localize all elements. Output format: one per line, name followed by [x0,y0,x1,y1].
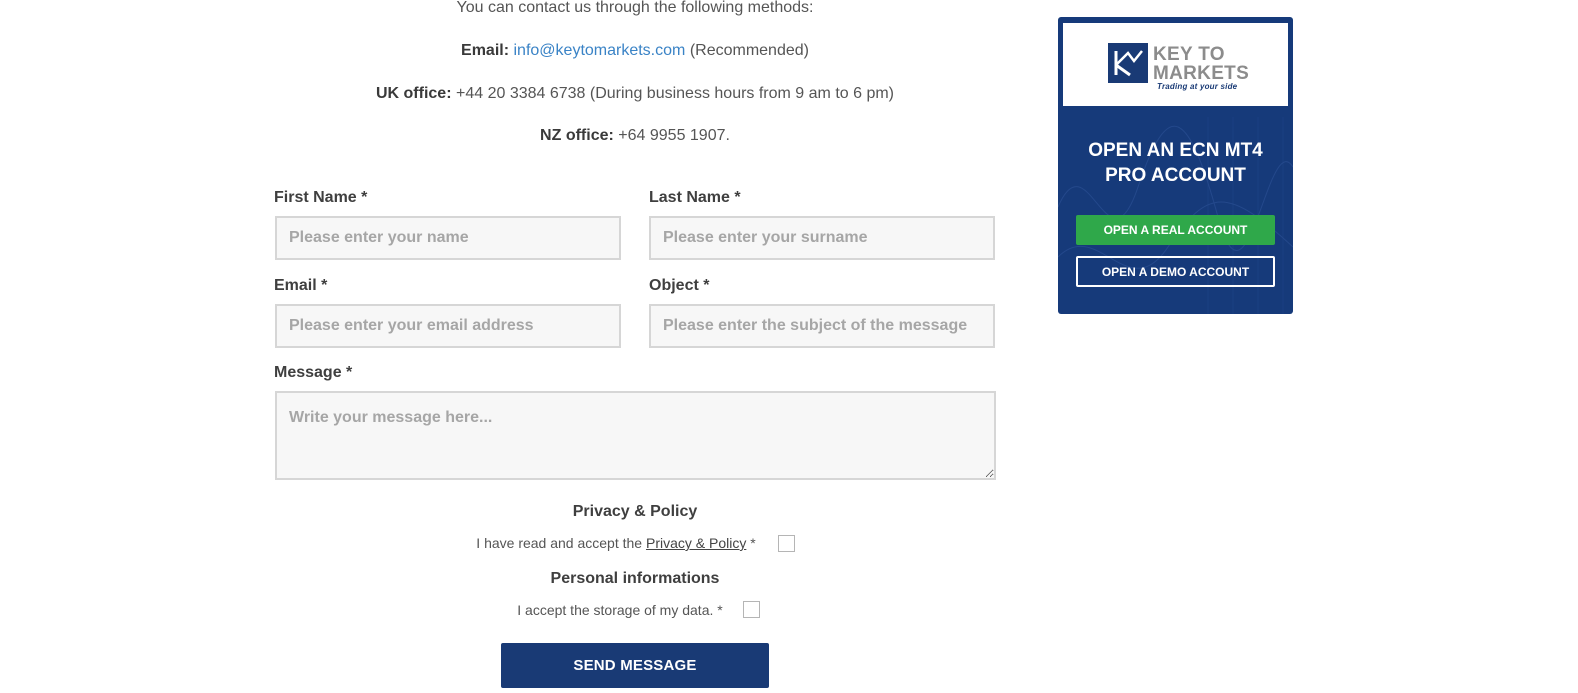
object-label: Object * [649,277,710,294]
email-label: Email: [461,42,510,59]
last-name-label: Last Name * [649,189,741,206]
privacy-consent-text: I have read and accept the [476,535,646,551]
email-link[interactable]: info@keytomarkets.com [514,42,686,59]
data-storage-row: I accept the storage of my data. * [275,600,995,620]
uk-office-label: UK office: [375,85,452,102]
open-real-account-button[interactable]: OPEN A REAL ACCOUNT [1076,215,1275,245]
data-storage-text: I accept the storage of my data. * [517,602,723,618]
data-storage-checkbox[interactable] [743,601,760,618]
contact-intro: You can contact us through the following… [456,0,814,16]
contact-uk-line: UK office: +44 20 3384 6738 (During busi… [275,84,995,104]
logo-line1: KEY TO [1153,44,1225,65]
email-field[interactable] [275,304,621,348]
email-field-label: Email * [274,277,328,294]
logo-tagline: Trading at your side [1157,82,1238,91]
first-name-input[interactable] [275,216,621,260]
logo-wordmark: KEY TO MARKETS [1153,45,1249,83]
message-label: Message * [274,364,353,381]
nz-office-label: NZ office: [540,127,614,144]
account-promo-banner: KEY TO MARKETS Trading at your side OPEN… [1058,17,1293,314]
email-note: (Recommended) [689,42,809,59]
first-name-label: First Name * [274,189,368,206]
message-textarea[interactable] [275,391,996,480]
banner-title-line2: PRO ACCOUNT [1105,165,1246,186]
privacy-consent-row: I have read and accept the Privacy & Pol… [275,533,995,553]
object-input[interactable] [649,304,995,348]
contact-email-line: Email: info@keytomarkets.com (Recommende… [275,41,995,61]
send-message-button[interactable]: SEND MESSAGE [501,643,769,688]
privacy-consent-checkbox[interactable] [778,535,795,552]
contact-page: You can contact us through the following… [0,0,1578,693]
uk-office-value: +44 20 3384 6738 (During business hours … [455,85,895,102]
open-demo-account-button[interactable]: OPEN A DEMO ACCOUNT [1076,256,1275,287]
contact-nz-line: NZ office: +64 9955 1907. [275,126,995,146]
banner-title: OPEN AN ECN MT4 PRO ACCOUNT [1058,138,1293,188]
banner-title-line1: OPEN AN ECN MT4 [1088,140,1263,161]
logo-line2: MARKETS [1153,63,1250,84]
nz-office-value: +64 9955 1907. [618,127,730,144]
keytomarkets-logo-icon [1108,43,1148,83]
privacy-policy-link[interactable]: Privacy & Policy [646,535,746,551]
logo-panel: KEY TO MARKETS Trading at your side [1063,23,1288,106]
privacy-policy-title: Privacy & Policy [572,503,698,520]
privacy-required-mark: * [746,535,756,551]
personal-informations-title: Personal informations [550,570,720,587]
last-name-input[interactable] [649,216,995,260]
